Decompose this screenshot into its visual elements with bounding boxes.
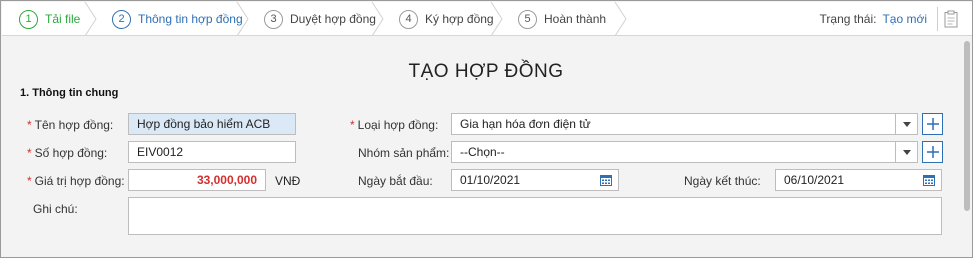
clipboard-icon[interactable]	[944, 10, 958, 28]
input-value: 01/10/2021	[460, 173, 521, 187]
step-label: Hoàn thành	[544, 12, 607, 26]
status-area: Trạng thái: Tạo mới	[820, 2, 968, 36]
step-sign-contract[interactable]: 4 Ký hợp đồng	[399, 2, 494, 36]
required-marker: *	[27, 118, 32, 132]
step-contract-info[interactable]: 2 Thông tin hợp đồng	[112, 2, 243, 36]
contract-type-label: * Loại hợp đồng:	[350, 118, 438, 132]
chevron-divider-icon	[371, 2, 384, 36]
status-label: Trạng thái:	[819, 12, 877, 26]
step-complete[interactable]: 5 Hoàn thành	[518, 2, 606, 36]
step-label: Thông tin hợp đồng	[138, 12, 243, 26]
contract-value-input[interactable]: 33,000,000	[128, 169, 266, 191]
step-number: 3	[264, 9, 283, 29]
label-text: Ngày kết thúc:	[684, 174, 761, 188]
chevron-divider-icon	[614, 2, 627, 36]
step-number: 2	[112, 9, 131, 29]
notes-label: Ghi chú:	[33, 202, 78, 216]
dropdown-button[interactable]	[895, 114, 917, 134]
caret-down-icon	[902, 121, 911, 127]
contract-value-label: * Giá trị hợp đồng:	[27, 174, 125, 188]
end-date-label: Ngày kết thúc:	[684, 174, 761, 188]
start-date-input[interactable]: 01/10/2021	[451, 169, 619, 191]
calendar-icon[interactable]	[923, 174, 935, 186]
label-text: Số hợp đồng:	[34, 146, 108, 160]
end-date-input[interactable]: 06/10/2021	[775, 169, 942, 191]
caret-down-icon	[902, 149, 911, 155]
calendar-icon[interactable]	[600, 174, 612, 186]
input-value: Hợp đồng bảo hiểm ACB	[137, 117, 271, 131]
progress-stepper: 1 Tải file 2 Thông tin hợp đồng 3 Duyệt …	[2, 2, 972, 36]
step-upload-file[interactable]: 1 Tải file	[19, 2, 80, 36]
step-number: 5	[518, 9, 537, 29]
contract-window: 1 Tải file 2 Thông tin hợp đồng 3 Duyệt …	[0, 0, 973, 258]
scrollbar-thumb[interactable]	[964, 41, 970, 211]
chevron-divider-icon	[490, 2, 503, 36]
add-product-group-button[interactable]	[922, 141, 943, 163]
start-date-label: Ngày bắt đầu:	[358, 174, 433, 188]
select-value: --Chọn--	[460, 145, 505, 159]
label-text: Ngày bắt đầu:	[358, 174, 433, 188]
step-number: 4	[399, 9, 418, 29]
product-group-select[interactable]: --Chọn--	[451, 141, 918, 163]
step-approve-contract[interactable]: 3 Duyệt hợp đồng	[264, 2, 376, 36]
contract-number-input[interactable]: EIV0012	[128, 141, 296, 163]
required-marker: *	[350, 118, 355, 132]
status-badge: Tạo mới	[882, 12, 927, 26]
contract-name-label: * Tên hợp đồng:	[27, 118, 113, 132]
step-label: Tải file	[45, 12, 81, 26]
plus-icon	[926, 118, 939, 130]
currency-unit: VNĐ	[275, 174, 301, 188]
scrollbar[interactable]	[964, 37, 971, 249]
chevron-divider-icon	[236, 2, 249, 36]
contract-type-select[interactable]: Gia hạn hóa đơn điện tử	[451, 113, 918, 135]
add-contract-type-button[interactable]	[922, 113, 943, 135]
select-value: Gia hạn hóa đơn điện tử	[460, 117, 591, 131]
notes-textarea[interactable]	[128, 197, 942, 235]
contract-number-label: * Số hợp đồng:	[27, 146, 107, 160]
plus-icon	[926, 146, 939, 158]
page-title: TẠO HỢP ĐỒNG	[408, 61, 564, 82]
dropdown-button[interactable]	[895, 142, 917, 162]
input-value: 33,000,000	[196, 173, 257, 187]
label-text: Ghi chú:	[33, 202, 78, 216]
input-value: EIV0012	[137, 145, 184, 159]
required-marker: *	[27, 146, 32, 160]
section-title: 1. Thông tin chung	[20, 87, 119, 99]
product-group-label: Nhóm sản phẩm:	[358, 146, 449, 160]
label-text: Nhóm sản phẩm:	[358, 146, 450, 160]
divider	[937, 7, 938, 31]
input-value: 06/10/2021	[784, 173, 845, 187]
chevron-divider-icon	[84, 2, 97, 36]
step-label: Duyệt hợp đồng	[290, 12, 376, 26]
label-text: Tên hợp đồng:	[34, 118, 114, 132]
label-text: Loại hợp đồng:	[357, 118, 439, 132]
required-marker: *	[27, 174, 32, 188]
contract-name-input[interactable]: Hợp đồng bảo hiểm ACB	[128, 113, 296, 135]
step-number: 1	[19, 9, 38, 29]
step-label: Ký hợp đồng	[425, 12, 494, 26]
label-text: Giá trị hợp đồng:	[34, 174, 125, 188]
